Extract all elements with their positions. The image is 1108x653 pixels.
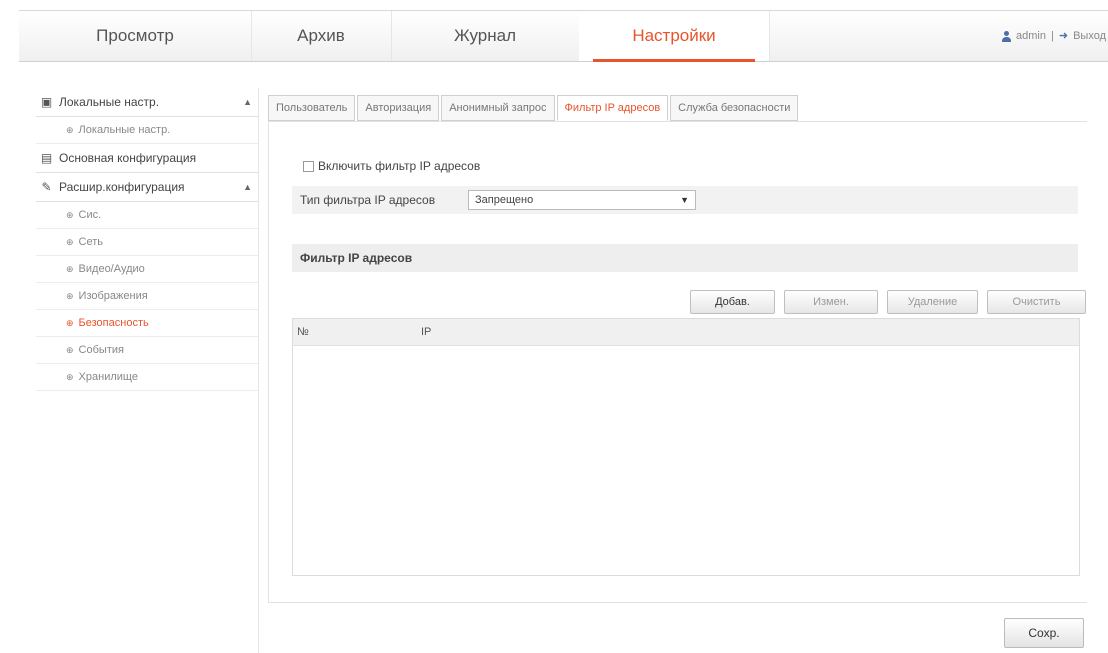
ip-filter-actions: Добав. Измен. Удаление Очистить [690, 290, 1086, 314]
chevron-down-icon: ▼ [680, 195, 689, 205]
table-header: № IP [293, 319, 1079, 346]
sidebar-item-label: Хранилище [78, 371, 138, 383]
sidebar-group-label: Основная конфигурация [59, 151, 197, 165]
column-header-ip: IP [421, 326, 432, 338]
monitor-icon: ▣ [40, 94, 53, 109]
filter-type-select[interactable]: Запрещено ▼ [468, 190, 696, 210]
sidebar-item-label: Сис. [78, 209, 102, 221]
sidebar-item-label: Изображения [78, 290, 148, 302]
user-icon [1002, 30, 1012, 42]
bullet-icon: ⊕ [66, 210, 74, 220]
ip-filter-section-title: Фильтр IP адресов [292, 244, 1078, 272]
sidebar-item-events[interactable]: ⊕ События [36, 337, 258, 364]
ip-filter-table: № IP [292, 318, 1080, 576]
sidebar-item-video-audio[interactable]: ⊕ Видео/Аудио [36, 256, 258, 283]
sidebar-item-storage[interactable]: ⊕ Хранилище [36, 364, 258, 391]
tab-anonymous-access[interactable]: Анонимный запрос [441, 95, 555, 121]
sidebar-item-image[interactable]: ⊕ Изображения [36, 283, 258, 310]
sidebar-group-basic[interactable]: ▤ Основная конфигурация [36, 144, 258, 173]
sidebar-group-label: Расшир.конфигурация [59, 180, 185, 194]
nav-tab-settings[interactable]: Настройки [579, 11, 770, 62]
logout-link[interactable]: Выход [1073, 11, 1106, 61]
edit-button[interactable]: Измен. [784, 290, 878, 314]
separator: | [1051, 30, 1054, 42]
sidebar: ▣ Локальные настр. ▲ ⊕ Локальные настр. ▤… [36, 88, 258, 391]
bullet-icon: ⊕ [66, 345, 74, 355]
tab-authentication[interactable]: Авторизация [357, 95, 440, 121]
sidebar-group-local[interactable]: ▣ Локальные настр. ▲ [36, 88, 258, 117]
sidebar-item-security[interactable]: ⊕ Безопасность [36, 310, 258, 337]
nav-tab-log[interactable]: Журнал [391, 11, 580, 61]
security-tabs: Пользователь Авторизация Анонимный запро… [268, 95, 800, 121]
logout-icon[interactable]: ➜ [1059, 11, 1068, 61]
sidebar-item-label: Локальные настр. [78, 124, 171, 136]
filter-type-value: Запрещено [475, 194, 534, 206]
collapse-arrow-icon[interactable]: ▲ [243, 182, 252, 192]
filter-type-label: Тип фильтра IP адресов [300, 193, 436, 207]
config-icon: ▤ [40, 150, 53, 165]
sidebar-item-system[interactable]: ⊕ Сис. [36, 202, 258, 229]
sidebar-item-label: Безопасность [78, 317, 149, 329]
sidebar-item-label: Сеть [78, 236, 104, 248]
enable-ip-filter-checkbox[interactable] [303, 160, 314, 172]
enable-ip-filter-label: Включить фильтр IP адресов [318, 159, 481, 173]
collapse-arrow-icon[interactable]: ▲ [243, 97, 252, 107]
enable-ip-filter-row: Включить фильтр IP адресов [303, 159, 480, 173]
tab-security-service[interactable]: Служба безопасности [670, 95, 799, 121]
sidebar-group-advanced[interactable]: ✎ Расшир.конфигурация ▲ [36, 173, 258, 202]
top-navigation-bar: Просмотр Архив Журнал Настройки admin | … [19, 10, 1108, 62]
filter-type-row: Тип фильтра IP адресов Запрещено ▼ [292, 186, 1078, 214]
user-area: admin | ➜ Выход [1002, 11, 1108, 61]
bullet-icon: ⊕ [66, 372, 74, 382]
bullet-icon: ⊕ [66, 264, 74, 274]
tab-ip-filter[interactable]: Фильтр IP адресов [556, 95, 669, 121]
save-button[interactable]: Сохр. [1004, 618, 1084, 648]
sidebar-divider [258, 88, 259, 653]
add-button[interactable]: Добав. [690, 290, 775, 314]
bullet-icon: ⊕ [66, 237, 74, 247]
clear-button[interactable]: Очистить [987, 290, 1086, 314]
bullet-icon: ⊕ [66, 125, 74, 135]
sidebar-group-label: Локальные настр. [59, 95, 160, 109]
delete-button[interactable]: Удаление [887, 290, 978, 314]
sidebar-item-label: Видео/Аудио [78, 263, 145, 275]
nav-tab-archive[interactable]: Архив [251, 11, 392, 61]
sidebar-item-network[interactable]: ⊕ Сеть [36, 229, 258, 256]
bullet-icon: ⊕ [66, 291, 74, 301]
column-header-number: № [297, 326, 309, 338]
username: admin [1016, 30, 1046, 42]
tab-user[interactable]: Пользователь [268, 95, 356, 121]
sidebar-item-local-settings[interactable]: ⊕ Локальные настр. [36, 117, 258, 144]
sidebar-item-label: События [78, 344, 124, 356]
wrench-icon: ✎ [41, 179, 52, 194]
bullet-icon: ⊕ [66, 318, 74, 328]
nav-tab-view[interactable]: Просмотр [19, 11, 252, 61]
